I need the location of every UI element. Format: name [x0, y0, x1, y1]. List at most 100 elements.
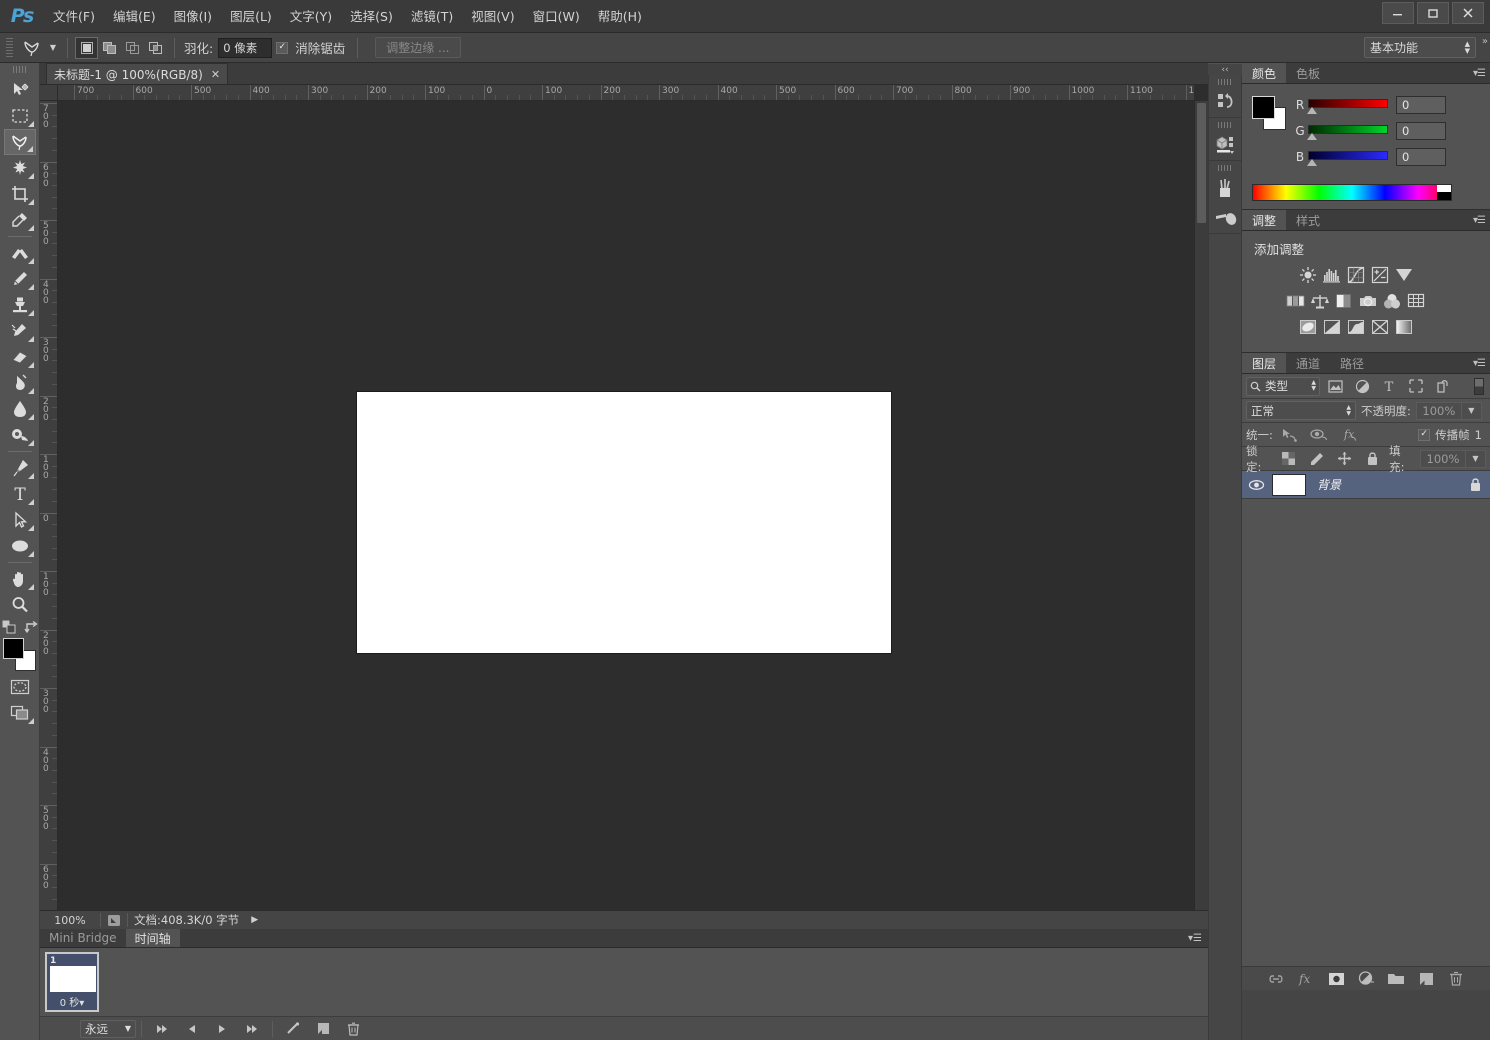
layer-row-background[interactable]: 背景	[1242, 471, 1490, 499]
dock-group-grip-2[interactable]	[1218, 122, 1232, 128]
new-selection-button[interactable]	[75, 36, 98, 59]
vibrance-icon[interactable]	[1392, 264, 1416, 286]
brush-tool[interactable]	[4, 266, 36, 292]
animation-frame[interactable]: 1 0 秒▾	[45, 952, 99, 1012]
eraser-tool[interactable]	[4, 344, 36, 370]
filter-enable-toggle[interactable]	[1474, 377, 1484, 395]
link-layers-icon[interactable]	[1267, 970, 1285, 988]
menu-select[interactable]: 选择(S)	[341, 0, 402, 33]
filter-type-icon[interactable]: T	[1377, 376, 1401, 396]
crop-tool[interactable]	[4, 181, 36, 207]
spot-healing-brush-tool[interactable]	[4, 240, 36, 266]
history-panel-icon[interactable]	[1209, 87, 1243, 117]
canvas-area[interactable]	[58, 101, 1194, 916]
menu-help[interactable]: 帮助(H)	[589, 0, 651, 33]
antialias-group[interactable]: ✓ 消除锯齿	[276, 38, 350, 57]
menu-image[interactable]: 图像(I)	[165, 0, 221, 33]
options-bar-grip[interactable]	[6, 37, 13, 58]
color-swatches[interactable]	[2, 638, 37, 672]
timeline-panel-menu-icon[interactable]: ▾☰	[1188, 933, 1202, 944]
dock-group-grip-3[interactable]	[1218, 165, 1232, 171]
tab-paths[interactable]: 路径	[1330, 353, 1374, 373]
gradient-map-icon[interactable]	[1368, 316, 1392, 338]
select-previous-frame-button[interactable]	[177, 1018, 207, 1040]
refine-edge-button[interactable]: 调整边缘 ...	[375, 37, 461, 58]
filter-adjustment-icon[interactable]	[1350, 376, 1374, 396]
layer-style-icon[interactable]: fx	[1297, 970, 1315, 988]
lasso-tool[interactable]	[3, 129, 36, 155]
eyedropper-tool[interactable]	[4, 207, 36, 233]
select-first-frame-button[interactable]	[147, 1018, 177, 1040]
foreground-color-swatch[interactable]	[2, 638, 24, 659]
green-slider[interactable]	[1307, 124, 1388, 140]
default-colors-icon[interactable]	[1, 620, 16, 634]
color-foreground-swatch[interactable]	[1252, 96, 1275, 119]
subtract-from-selection-button[interactable]	[121, 36, 144, 59]
photo-filter-icon[interactable]	[1356, 290, 1380, 312]
blend-mode-select[interactable]: 正常 ▲ ▼	[1246, 401, 1356, 420]
zoom-level-input[interactable]: 100%	[46, 912, 94, 928]
fill-value[interactable]: 100%	[1420, 449, 1466, 468]
move-tool[interactable]	[4, 77, 36, 103]
horizontal-type-tool[interactable]: T	[4, 481, 36, 507]
lock-transparent-icon[interactable]	[1277, 449, 1300, 469]
artboard[interactable]	[357, 392, 891, 653]
menu-edit[interactable]: 编辑(E)	[104, 0, 165, 33]
posterize-icon[interactable]	[1320, 316, 1344, 338]
layer-visibility-eye-icon[interactable]	[1242, 471, 1270, 499]
antialias-checkbox[interactable]: ✓	[276, 41, 289, 54]
tab-swatches[interactable]: 色板	[1286, 63, 1330, 83]
black-white-icon[interactable]	[1332, 290, 1356, 312]
gradient-tool[interactable]	[4, 370, 36, 396]
color-balance-icon[interactable]	[1308, 290, 1332, 312]
rectangular-marquee-tool[interactable]	[4, 103, 36, 129]
feather-input[interactable]: 0 像素	[218, 37, 273, 58]
blue-slider-thumb[interactable]	[1307, 158, 1317, 166]
levels-icon[interactable]	[1320, 264, 1344, 286]
exposure-icon[interactable]	[1368, 264, 1392, 286]
new-group-icon[interactable]	[1387, 970, 1405, 988]
unify-visibility-icon[interactable]	[1307, 425, 1331, 445]
minimize-button[interactable]	[1382, 2, 1414, 24]
loop-option-select[interactable]: 永远 ▼	[80, 1019, 136, 1038]
curves-icon[interactable]	[1344, 264, 1368, 286]
layer-name[interactable]: 背景	[1317, 476, 1341, 493]
horizontal-ruler[interactable]: 700 600 500 400 300 200 100 0 100 200 300 400 500 600…	[58, 85, 1194, 101]
lock-all-icon[interactable]	[1361, 449, 1384, 469]
workspace-selector[interactable]: 基本功能 ▲ ▼	[1364, 37, 1476, 58]
add-to-selection-button[interactable]	[98, 36, 121, 59]
clone-stamp-tool[interactable]	[4, 292, 36, 318]
new-layer-icon[interactable]	[1417, 970, 1435, 988]
status-menu-arrow-icon[interactable]: ▶	[251, 915, 258, 925]
expand-panels-icon[interactable]: »	[1482, 36, 1488, 47]
collapse-panels-icon[interactable]: ‹‹	[1208, 64, 1242, 75]
brightness-contrast-icon[interactable]	[1296, 264, 1320, 286]
duplicate-frame-button[interactable]	[308, 1018, 338, 1040]
vertical-scrollbar-thumb[interactable]	[1197, 103, 1206, 223]
red-slider[interactable]	[1307, 98, 1388, 114]
tab-layers[interactable]: 图层	[1242, 353, 1287, 373]
color-lookup-icon[interactable]	[1404, 290, 1428, 312]
brush-presets-icon[interactable]	[1209, 173, 1243, 203]
invert-icon[interactable]	[1296, 316, 1320, 338]
magic-wand-tool[interactable]	[4, 155, 36, 181]
tab-adjustments[interactable]: 调整	[1242, 210, 1287, 230]
blue-slider[interactable]	[1307, 150, 1388, 166]
dock-group-grip-1[interactable]	[1218, 79, 1232, 85]
intersect-selection-button[interactable]	[144, 36, 167, 59]
delete-frame-button[interactable]	[338, 1018, 368, 1040]
delete-layer-icon[interactable]	[1447, 970, 1465, 988]
opacity-chevron-down-icon[interactable]: ▼	[1461, 401, 1482, 420]
hand-tool[interactable]	[4, 566, 36, 592]
opacity-value[interactable]: 100%	[1415, 401, 1462, 420]
layers-panel-menu-icon[interactable]: ▾☰	[1473, 358, 1486, 369]
filter-shape-icon[interactable]	[1404, 376, 1428, 396]
tool-preset-chevron-down-icon[interactable]: ▼	[46, 36, 60, 60]
red-slider-thumb[interactable]	[1307, 106, 1317, 114]
change-screen-mode-button[interactable]	[4, 700, 36, 726]
tab-channels[interactable]: 通道	[1286, 353, 1330, 373]
green-slider-thumb[interactable]	[1307, 132, 1317, 140]
adjustments-panel-menu-icon[interactable]: ▾☰	[1473, 215, 1486, 226]
history-brush-tool[interactable]	[4, 318, 36, 344]
close-icon[interactable]: ✕	[211, 68, 220, 81]
